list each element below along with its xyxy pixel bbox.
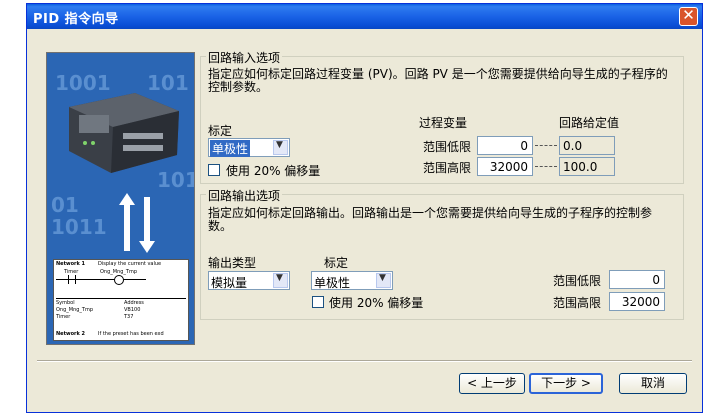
input-bias-label: 使用 20% 偏移量 — [226, 164, 321, 178]
pid-wizard-window: PID 指令向导 ✕ 1001 101 101 01 1011 Network … — [26, 3, 703, 413]
ladder-row2-symbol: Timer — [56, 314, 71, 320]
setpoint-header: 回路给定值 — [559, 116, 620, 130]
output-scale-select[interactable]: 单极性 ▼ — [311, 271, 393, 290]
output-bias-checkbox[interactable] — [312, 296, 324, 308]
sp-low-value: 0.0 — [563, 139, 583, 153]
ladder-contact — [68, 275, 76, 284]
loop-output-description: 指定应如何标定回路输出。回路输出是一个您需要提供给向导生成的子程序的控制参数。 — [208, 206, 653, 233]
binary-digits-4: 01 — [51, 193, 79, 217]
ladder-coil — [114, 275, 124, 285]
ladder-symbol-header: Symbol — [56, 300, 75, 306]
sp-low-input[interactable]: 0.0 — [559, 136, 615, 155]
footer-separator — [37, 360, 692, 362]
output-type-select[interactable]: 模拟量 ▼ — [208, 271, 290, 290]
pv-high-input[interactable]: 32000 — [477, 157, 533, 176]
loop-output-group-title: 回路输出选项 — [206, 187, 283, 204]
sp-high-input[interactable]: 100.0 — [559, 157, 615, 176]
sp-high-value: 100.0 — [563, 160, 598, 174]
output-low-input[interactable]: 0 — [609, 270, 665, 289]
plc-device-image — [65, 85, 183, 175]
chevron-down-icon[interactable]: ▼ — [376, 273, 391, 288]
pv-low-input[interactable]: 0 — [477, 136, 533, 155]
ladder-row1-symbol: Ong_Mng_Tmp — [56, 307, 94, 313]
pv-low-value: 0 — [520, 139, 528, 153]
ladder-network-2-desc: If the preset has been exd — [98, 331, 164, 337]
output-high-value: 32000 — [621, 295, 660, 309]
pv-sp-dash-2 — [535, 166, 557, 167]
wizard-illustration: 1001 101 101 01 1011 Network 1 Display t… — [46, 52, 195, 345]
output-high-label: 范围高限 — [553, 296, 602, 310]
output-bias-label: 使用 20% 偏移量 — [329, 296, 424, 310]
prev-button[interactable]: < 上一步 — [459, 373, 525, 394]
next-button[interactable]: 下一步 > — [529, 373, 603, 394]
ladder-diagram: Network 1 Display the current value Time… — [53, 259, 189, 341]
ladder-row2-address: T37 — [124, 314, 134, 320]
input-scale-label: 标定 — [208, 124, 233, 138]
cancel-button[interactable]: 取消 — [619, 373, 687, 394]
ladder-address-header: Address — [124, 300, 144, 306]
input-high-label: 范围高限 — [423, 161, 472, 175]
output-low-label: 范围低限 — [553, 274, 602, 288]
chevron-down-icon[interactable]: ▼ — [273, 273, 288, 288]
ladder-network-1-desc: Display the current value — [98, 261, 162, 267]
input-low-label: 范围低限 — [423, 140, 472, 154]
output-high-input[interactable]: 32000 — [609, 292, 665, 311]
pv-high-value: 32000 — [489, 160, 528, 174]
input-scale-select[interactable]: 单极性 ▼ — [208, 138, 290, 157]
ladder-network-2: Network 2 — [56, 331, 86, 337]
close-button[interactable]: ✕ — [679, 6, 698, 26]
ladder-row1-address: VB100 — [124, 307, 141, 313]
output-scale-label: 标定 — [324, 256, 349, 270]
output-type-value: 模拟量 — [211, 276, 248, 290]
input-scale-value: 单极性 — [210, 140, 251, 157]
loop-input-description: 指定应如何标定回路过程变量 (PV)。回路 PV 是一个您需要提供给向导生成的子… — [208, 67, 668, 94]
close-icon: ✕ — [682, 6, 695, 24]
output-scale-value: 单极性 — [314, 276, 351, 290]
title-bar[interactable]: PID 指令向导 ✕ — [27, 4, 702, 29]
up-down-arrow-icon — [119, 193, 159, 253]
ladder-symbol-table: Symbol Address Ong_Mng_Tmp VB100 Timer T… — [56, 298, 186, 323]
loop-input-group-title: 回路输入选项 — [206, 49, 283, 66]
pv-sp-dash-1 — [535, 145, 557, 146]
output-type-label: 输出类型 — [208, 256, 257, 270]
binary-digits-5: 1011 — [51, 215, 107, 239]
pv-header: 过程变量 — [419, 116, 468, 130]
chevron-down-icon[interactable]: ▼ — [273, 140, 288, 155]
ladder-network-1: Network 1 — [56, 261, 86, 267]
input-bias-checkbox[interactable] — [208, 164, 220, 176]
output-low-value: 0 — [652, 273, 660, 287]
window-title: PID 指令向导 — [33, 12, 119, 27]
